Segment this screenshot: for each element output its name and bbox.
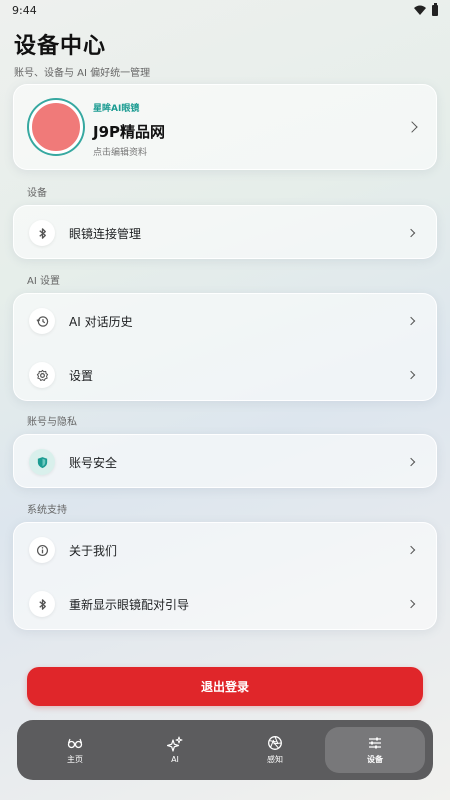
bottom-tab-bar: 主页 AI 感知 设备 — [17, 720, 433, 780]
status-time: 9:44 — [12, 3, 37, 17]
profile-name: J9P精品网 — [93, 123, 166, 141]
settings-item-glasses-connection[interactable]: 眼镜连接管理 — [14, 206, 436, 260]
avatar[interactable] — [29, 100, 83, 154]
settings-item-label: AI 对话历史 — [69, 315, 133, 329]
bluetooth-icon — [29, 220, 55, 246]
settings-item-ai-history[interactable]: AI 对话历史 — [14, 294, 436, 348]
tab-label: 主页 — [67, 755, 83, 764]
settings-item-label: 关于我们 — [69, 544, 118, 558]
tab-device[interactable]: 设备 — [325, 727, 425, 773]
profile-brand: 星眸AI眼镜 — [93, 104, 140, 114]
tab-label: 设备 — [367, 755, 383, 764]
chevron-right-icon — [406, 545, 416, 555]
section-label-support: 系统支持 — [27, 505, 67, 516]
tab-perception[interactable]: 感知 — [225, 727, 325, 773]
settings-item-about[interactable]: 关于我们 — [14, 523, 436, 577]
aperture-icon — [268, 736, 282, 750]
chevron-right-icon — [406, 121, 418, 133]
profile-card[interactable]: 星眸AI眼镜 J9P精品网 点击编辑资料 — [13, 84, 437, 170]
info-icon — [29, 537, 55, 563]
wifi-icon — [414, 5, 426, 15]
tab-label: AI — [171, 755, 179, 764]
tab-label: 感知 — [267, 755, 283, 764]
tab-home[interactable]: 主页 — [25, 727, 125, 773]
settings-item-pairing-guide[interactable]: 重新显示眼镜配对引导 — [14, 577, 436, 631]
settings-item-account-security[interactable]: 账号安全 — [14, 435, 436, 489]
settings-item-label: 眼镜连接管理 — [69, 227, 142, 241]
page-title: 设备中心 — [14, 34, 107, 59]
settings-item-label: 账号安全 — [69, 456, 118, 470]
bluetooth-icon — [29, 591, 55, 617]
status-bar: 9:44 — [0, 0, 450, 20]
page-header: 设备中心 账号、设备与 AI 偏好统一管理 — [14, 28, 150, 79]
settings-item-label: 重新显示眼镜配对引导 — [69, 598, 190, 612]
section-label-ai: AI 设置 — [27, 276, 60, 287]
profile-edit-hint: 点击编辑资料 — [93, 148, 148, 158]
device-card: 眼镜连接管理 — [13, 205, 437, 259]
battery-icon — [432, 2, 438, 16]
chevron-right-icon — [406, 370, 416, 380]
section-label-privacy: 账号与隐私 — [27, 417, 77, 428]
tab-ai[interactable]: AI — [125, 727, 225, 773]
chevron-right-icon — [406, 599, 416, 609]
shield-icon — [29, 449, 55, 475]
status-icons — [414, 2, 438, 16]
settings-item-label: 设置 — [69, 369, 94, 383]
chevron-right-icon — [406, 228, 416, 238]
support-card: 关于我们 重新显示眼镜配对引导 — [13, 522, 437, 630]
privacy-card: 账号安全 — [13, 434, 437, 488]
logout-button[interactable]: 退出登录 — [27, 667, 423, 706]
gear-icon — [29, 362, 55, 388]
page-subtitle: 账号、设备与 AI 偏好统一管理 — [14, 68, 151, 79]
glasses-icon — [67, 738, 83, 749]
chevron-right-icon — [406, 457, 416, 467]
sliders-icon — [369, 737, 381, 749]
history-icon — [29, 308, 55, 334]
section-label-device: 设备 — [27, 188, 47, 199]
settings-item-settings[interactable]: 设置 — [14, 348, 436, 402]
ai-card: AI 对话历史 设置 — [13, 293, 437, 401]
sparkle-icon — [167, 736, 183, 752]
chevron-right-icon — [406, 316, 416, 326]
